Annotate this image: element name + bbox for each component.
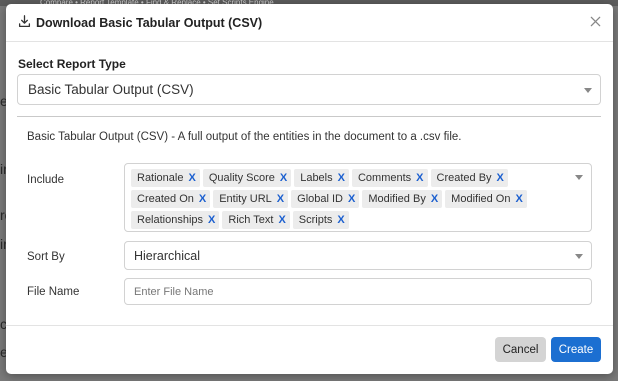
include-tag: Relationships X [131, 211, 220, 229]
download-dialog: Download Basic Tabular Output (CSV) Sele… [6, 4, 613, 374]
include-tag-list: Rationale X Quality Score X Labels X Comments X… [131, 169, 567, 229]
include-tag-label: Created On [137, 193, 194, 205]
tag-remove-icon[interactable]: X [515, 193, 522, 205]
include-tag: Modified On X [445, 190, 527, 208]
include-tag-label: Scripts [298, 214, 333, 226]
include-tag-label: Modified By [368, 193, 426, 205]
tag-remove-icon[interactable]: X [416, 172, 423, 184]
include-tag: Global ID X [291, 190, 360, 208]
tag-remove-icon[interactable]: X [337, 214, 344, 226]
include-tag-label: Rich Text [228, 214, 274, 226]
include-tag-label: Created By [436, 172, 492, 184]
tag-remove-icon[interactable]: X [497, 172, 504, 184]
cancel-button[interactable]: Cancel [495, 337, 546, 362]
include-tag-label: Rationale [137, 172, 184, 184]
tag-remove-icon[interactable]: X [278, 214, 285, 226]
include-tag-label: Global ID [297, 193, 343, 205]
tag-remove-icon[interactable]: X [431, 193, 438, 205]
create-button[interactable]: Create [551, 337, 601, 362]
file-name-input[interactable] [124, 278, 592, 305]
dialog-title: Download Basic Tabular Output (CSV) [36, 15, 263, 30]
tag-remove-icon[interactable]: X [280, 172, 287, 184]
include-tag-label: Comments [357, 172, 412, 184]
include-tag: Scripts X [292, 211, 349, 229]
footer-divider [6, 325, 613, 326]
report-type-value: Basic Tabular Output (CSV) [28, 82, 194, 97]
file-name-label: File Name [27, 286, 80, 298]
tag-remove-icon[interactable]: X [199, 193, 206, 205]
close-icon[interactable] [589, 15, 603, 29]
sort-by-label: Sort By [27, 251, 65, 263]
report-description: Basic Tabular Output (CSV) - A full outp… [27, 131, 462, 143]
include-tag-label: Quality Score [208, 172, 275, 184]
caret-down-icon [584, 88, 592, 93]
select-report-type-label: Select Report Type [18, 57, 126, 71]
include-tag: Created On X [131, 190, 211, 208]
include-tag: Created By X [430, 169, 508, 187]
sort-by-value: Hierarchical [134, 248, 200, 263]
report-type-select[interactable]: Basic Tabular Output (CSV) [17, 74, 601, 105]
include-tag: Rationale X [131, 169, 200, 187]
caret-down-icon [575, 254, 583, 259]
include-tag-label: Entity URL [219, 193, 272, 205]
include-multiselect[interactable]: Rationale X Quality Score X Labels X Comments X… [124, 163, 592, 232]
include-tag: Quality Score X [202, 169, 292, 187]
dialog-header: Download Basic Tabular Output (CSV) [6, 4, 613, 42]
include-tag: Entity URL X [213, 190, 289, 208]
caret-down-icon [575, 175, 583, 180]
include-tag-label: Relationships [137, 214, 204, 226]
divider [17, 116, 601, 117]
include-tag: Rich Text X [222, 211, 290, 229]
tag-remove-icon[interactable]: X [277, 193, 284, 205]
tag-remove-icon[interactable]: X [338, 172, 345, 184]
include-tag-label: Modified On [451, 193, 511, 205]
tag-remove-icon[interactable]: X [208, 214, 215, 226]
tag-remove-icon[interactable]: X [348, 193, 355, 205]
include-tag: Labels X [294, 169, 349, 187]
include-tag: Comments X [351, 169, 428, 187]
include-label: Include [27, 174, 65, 186]
sort-by-select[interactable]: Hierarchical [124, 241, 592, 270]
include-tag: Modified By X [362, 190, 443, 208]
download-icon [18, 14, 36, 31]
tag-remove-icon[interactable]: X [188, 172, 195, 184]
include-tag-label: Labels [300, 172, 333, 184]
